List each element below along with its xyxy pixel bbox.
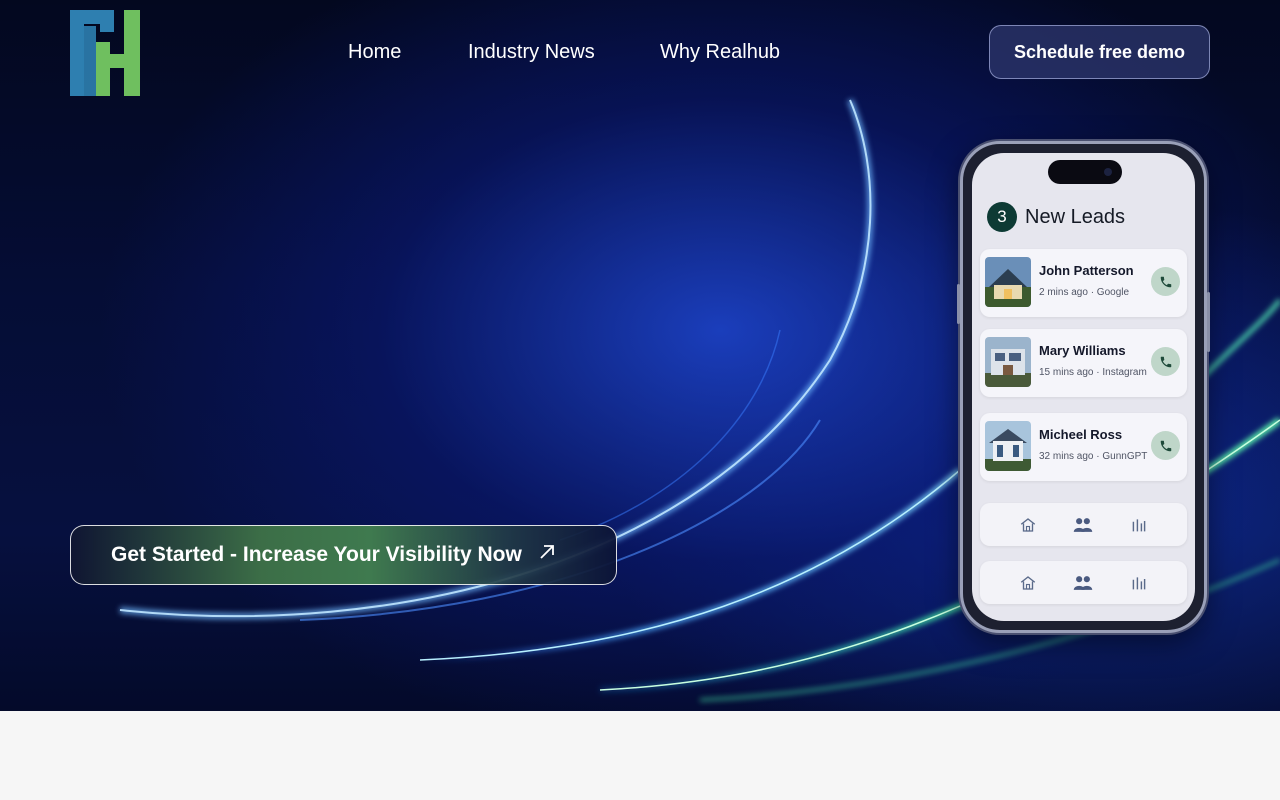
users-icon[interactable]	[1072, 514, 1094, 536]
house-thumbnail	[985, 257, 1031, 307]
phone-side-button	[957, 284, 960, 324]
below-hero-section	[0, 711, 1280, 800]
lead-name: Micheel Ross	[1039, 427, 1123, 442]
new-leads-header: 3 New Leads	[987, 202, 1125, 232]
lead-card[interactable]: Micheel Ross 32 mins ago · GunnGPT	[980, 413, 1187, 481]
nav-home-link[interactable]: Home	[348, 38, 401, 66]
phone-call-icon[interactable]	[1151, 267, 1180, 296]
dynamic-island	[1048, 160, 1122, 184]
home-icon[interactable]	[1017, 514, 1039, 536]
leads-count-badge: 3	[987, 202, 1017, 232]
nav-industry-news-link[interactable]: Industry News	[468, 38, 595, 66]
house-thumbnail	[985, 337, 1031, 387]
lead-name: John Patterson	[1039, 263, 1134, 278]
lead-card[interactable]: John Patterson 2 mins ago · Google	[980, 249, 1187, 317]
phone-call-icon[interactable]	[1151, 431, 1180, 460]
hero-section: Home Industry News Why Realhub Schedule …	[0, 0, 1280, 711]
lead-meta: 32 mins ago · GunnGPT	[1039, 451, 1148, 462]
lead-meta: 2 mins ago · Google	[1039, 287, 1130, 298]
phone-power-button	[1207, 292, 1210, 352]
phone-call-icon[interactable]	[1151, 347, 1180, 376]
nav-why-realhub-link[interactable]: Why Realhub	[660, 38, 780, 66]
phone-mockup: 3 New Leads John Patterson 2 mins ago · …	[957, 141, 1210, 633]
users-icon[interactable]	[1072, 572, 1094, 594]
phone-tab-bar	[980, 503, 1187, 546]
get-started-label: Get Started - Increase Your Visibility N…	[111, 543, 522, 566]
phone-tab-bar	[980, 561, 1187, 604]
bar-chart-icon[interactable]	[1128, 572, 1150, 594]
get-started-button[interactable]: Get Started - Increase Your Visibility N…	[70, 525, 617, 585]
leads-title: New Leads	[1025, 205, 1126, 228]
lead-meta: 15 mins ago · Instagram	[1039, 367, 1147, 378]
house-thumbnail	[985, 421, 1031, 471]
lead-card[interactable]: Mary Williams 15 mins ago · Instagram	[980, 329, 1187, 397]
phone-screen: 3 New Leads John Patterson 2 mins ago · …	[972, 153, 1195, 621]
home-icon[interactable]	[1017, 572, 1039, 594]
lead-name: Mary Williams	[1039, 343, 1126, 358]
bar-chart-icon[interactable]	[1128, 514, 1150, 536]
arrow-up-right-icon	[538, 543, 556, 567]
realhub-logo-icon[interactable]	[70, 10, 140, 96]
schedule-demo-button[interactable]: Schedule free demo	[989, 25, 1210, 79]
